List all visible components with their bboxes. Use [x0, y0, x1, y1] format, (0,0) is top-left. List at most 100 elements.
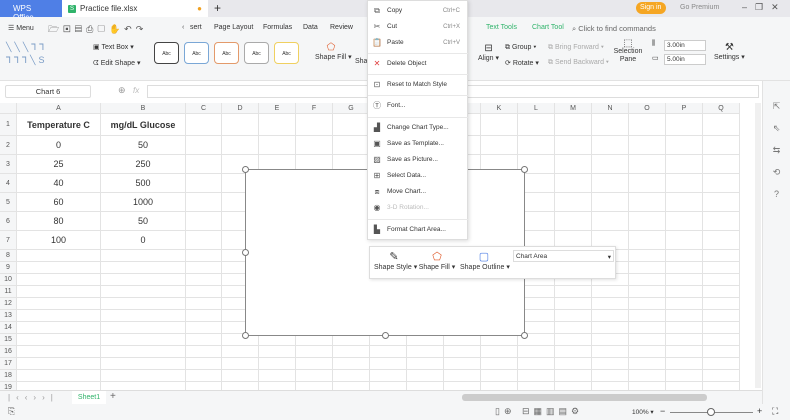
- row-header[interactable]: 9: [0, 262, 17, 274]
- cell[interactable]: [629, 370, 666, 382]
- cell[interactable]: [592, 298, 629, 310]
- cell[interactable]: [518, 114, 555, 136]
- bring-forward-button[interactable]: ⧉ Bring Forward ▾: [548, 44, 604, 52]
- cell[interactable]: [555, 193, 592, 212]
- cell[interactable]: [370, 346, 407, 358]
- cell[interactable]: [666, 274, 703, 286]
- menu-item-format-chart-area[interactable]: ▙ Format Chart Area...: [368, 222, 468, 237]
- cell[interactable]: [17, 358, 101, 370]
- cell[interactable]: [555, 334, 592, 346]
- tab-page-layout[interactable]: Page Layout: [214, 24, 253, 31]
- column-header[interactable]: A: [17, 103, 101, 114]
- cell[interactable]: [703, 231, 740, 250]
- cell[interactable]: [296, 370, 333, 382]
- cell[interactable]: [333, 370, 370, 382]
- zoom-slider-thumb[interactable]: [707, 408, 715, 416]
- chart-element-select[interactable]: Chart Area ▾: [513, 250, 614, 262]
- row-header[interactable]: 1: [0, 114, 17, 136]
- shape-style-button[interactable]: ✎ Shape Style ▾: [374, 250, 417, 271]
- cell[interactable]: [101, 250, 186, 262]
- shape-style-5[interactable]: Abc: [274, 42, 299, 64]
- cell[interactable]: [703, 250, 740, 262]
- cell[interactable]: [592, 155, 629, 174]
- cell[interactable]: mg/dL Glucose: [101, 114, 186, 136]
- cell[interactable]: [703, 174, 740, 193]
- cell[interactable]: [518, 136, 555, 155]
- row-header[interactable]: 4: [0, 174, 17, 193]
- cell[interactable]: Temperature C: [17, 114, 101, 136]
- cell[interactable]: [101, 286, 186, 298]
- cell[interactable]: [629, 322, 666, 334]
- row-header[interactable]: 17: [0, 358, 17, 370]
- text-box-button[interactable]: ▣ Text Box ▾: [93, 43, 134, 51]
- horizontal-scrollbar[interactable]: [462, 394, 707, 401]
- row-header[interactable]: 15: [0, 334, 17, 346]
- cell[interactable]: 1000: [101, 193, 186, 212]
- cell[interactable]: [592, 346, 629, 358]
- cell[interactable]: [703, 286, 740, 298]
- cell[interactable]: [17, 334, 101, 346]
- wps-office-tab[interactable]: WPS Office: [0, 0, 62, 22]
- column-header[interactable]: B: [101, 103, 186, 114]
- row-header[interactable]: 8: [0, 250, 17, 262]
- cell[interactable]: [222, 358, 259, 370]
- row-header[interactable]: 16: [0, 346, 17, 358]
- cell[interactable]: [629, 334, 666, 346]
- height-input[interactable]: 3.00in: [664, 40, 706, 51]
- column-header[interactable]: K: [481, 103, 518, 114]
- cell[interactable]: [703, 358, 740, 370]
- column-header[interactable]: Q: [703, 103, 740, 114]
- shape-style-4[interactable]: Abc: [244, 42, 269, 64]
- column-header[interactable]: F: [296, 103, 333, 114]
- cell[interactable]: [666, 358, 703, 370]
- cell[interactable]: [481, 136, 518, 155]
- cell[interactable]: [592, 174, 629, 193]
- name-box[interactable]: Chart 6: [5, 85, 91, 98]
- cell[interactable]: [186, 274, 222, 286]
- line-shapes-gallery[interactable]: ╲╲╲⅂⅂ ⅂⅂⅂╲S: [6, 41, 86, 69]
- cell[interactable]: [17, 370, 101, 382]
- cell[interactable]: [629, 274, 666, 286]
- cell[interactable]: [703, 334, 740, 346]
- shape-fill-button[interactable]: ⬠Shape Fill ▾: [315, 42, 352, 61]
- shape-style-2[interactable]: Abc: [184, 42, 209, 64]
- cell[interactable]: [186, 262, 222, 274]
- tab-formulas[interactable]: Formulas: [263, 24, 292, 31]
- sidebar-icons[interactable]: ⇱ ⇖ ⇆ ⟲?: [763, 81, 790, 205]
- cell[interactable]: [555, 346, 592, 358]
- mini-shape-fill-button[interactable]: ⬠ Shape Fill ▾: [418, 250, 456, 271]
- cell[interactable]: [17, 322, 101, 334]
- row-header[interactable]: 14: [0, 322, 17, 334]
- cell[interactable]: [629, 155, 666, 174]
- group-button[interactable]: ⧉ Group ▾: [505, 44, 536, 52]
- row-header[interactable]: 6: [0, 212, 17, 231]
- tab-review[interactable]: Review: [330, 24, 353, 31]
- rotate-button[interactable]: ⟳ Rotate ▾: [505, 59, 539, 67]
- shape-style-3[interactable]: Abc: [214, 42, 239, 64]
- cell[interactable]: 25: [17, 155, 101, 174]
- cell[interactable]: [555, 370, 592, 382]
- cell[interactable]: [666, 370, 703, 382]
- cell[interactable]: [101, 322, 186, 334]
- cell[interactable]: [629, 262, 666, 274]
- cell[interactable]: [555, 286, 592, 298]
- cell[interactable]: [296, 358, 333, 370]
- cell[interactable]: [186, 346, 222, 358]
- cell[interactable]: [592, 114, 629, 136]
- cell[interactable]: [703, 193, 740, 212]
- selection-pane-button[interactable]: ⬚ Selection Pane: [612, 39, 644, 64]
- column-header[interactable]: E: [259, 103, 296, 114]
- cell[interactable]: [666, 136, 703, 155]
- cell[interactable]: 40: [17, 174, 101, 193]
- view-mode-buttons[interactable]: ▯⊕ ⊟▦▥▤⚙: [495, 406, 583, 417]
- cell[interactable]: [666, 212, 703, 231]
- cell[interactable]: [186, 174, 222, 193]
- macro-icon[interactable]: ⎘: [8, 406, 15, 417]
- edit-shape-button[interactable]: ᗧ Edit Shape ▾: [93, 59, 140, 68]
- cell[interactable]: [17, 310, 101, 322]
- cell[interactable]: [17, 274, 101, 286]
- cell[interactable]: [555, 136, 592, 155]
- cell[interactable]: [186, 250, 222, 262]
- shape-style-1[interactable]: Abc: [154, 42, 179, 64]
- sheet-tab-sheet1[interactable]: Sheet1: [72, 391, 106, 404]
